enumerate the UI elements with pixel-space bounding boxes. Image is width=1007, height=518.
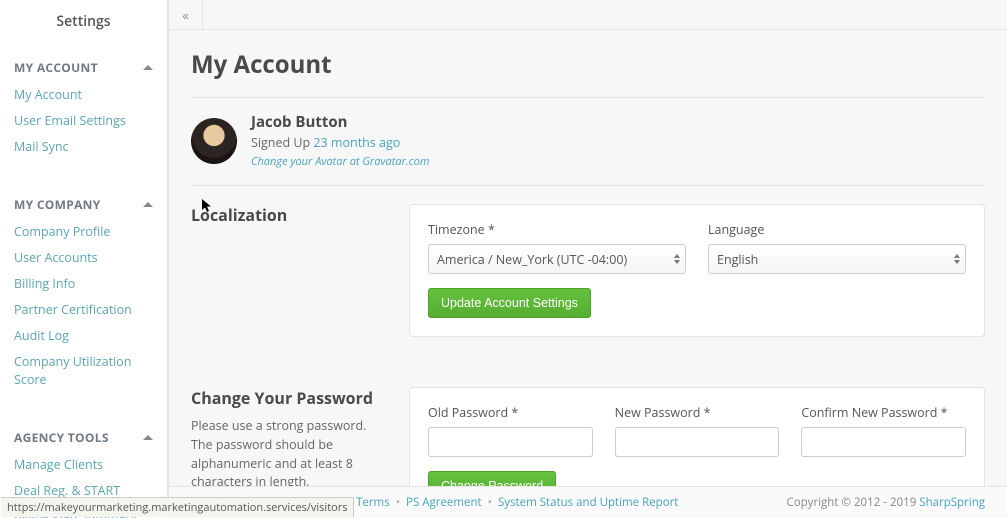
old-password-label: Old Password *	[428, 404, 593, 421]
content: My Account Jacob Button Signed Up 23 mon…	[169, 30, 1007, 486]
change-password-card: Old Password * New Password * Confirm Ne…	[409, 387, 985, 486]
change-password-button[interactable]: Change Password	[428, 471, 556, 486]
localization-heading: Localization	[191, 204, 391, 226]
settings-sidebar: Settings MY ACCOUNT My Account User Emai…	[0, 0, 168, 518]
old-password-input[interactable]	[428, 427, 593, 457]
language-label: Language	[708, 221, 966, 238]
confirm-password-input[interactable]	[801, 427, 966, 457]
sidebar-title: Settings	[0, 0, 167, 41]
collapse-sidebar-button[interactable]: «	[169, 0, 203, 29]
page-title: My Account	[191, 48, 985, 81]
footer-link-ps-agreement[interactable]: PS Agreement	[406, 495, 482, 510]
topbar: «	[169, 0, 1007, 30]
new-password-label: New Password *	[615, 404, 780, 421]
footer-brand-link[interactable]: SharpSpring	[919, 495, 985, 510]
update-account-settings-button[interactable]: Update Account Settings	[428, 288, 591, 318]
footer-copyright: Copyright © 2012 - 2019 SharpSpring	[786, 495, 985, 510]
localization-card: Timezone * America / New_York (UTC -04:0…	[409, 204, 985, 337]
change-password-section: Change Your Password Please use a strong…	[191, 387, 985, 486]
user-name: Jacob Button	[251, 112, 429, 132]
footer-link-status-uptime[interactable]: System Status and Uptime Report	[498, 495, 678, 510]
chevron-double-left-icon: «	[182, 6, 188, 24]
sidebar-item-company-profile[interactable]: Company Profile	[0, 219, 167, 245]
sidebar-item-manage-clients[interactable]: Manage Clients	[0, 452, 167, 478]
sidebar-item-user-accounts[interactable]: User Accounts	[0, 245, 167, 271]
section-header-agency-tools[interactable]: AGENCY TOOLS	[0, 421, 167, 452]
change-password-heading: Change Your Password	[191, 387, 391, 409]
dot-separator: •	[396, 495, 400, 510]
section-header-my-company[interactable]: MY COMPANY	[0, 188, 167, 219]
dot-separator: •	[488, 495, 492, 510]
profile-row: Jacob Button Signed Up 23 months ago Cha…	[191, 112, 985, 186]
section-header-label: MY COMPANY	[14, 196, 101, 213]
caret-up-icon	[143, 65, 153, 70]
avatar	[191, 118, 237, 164]
localization-section: Localization Timezone * America / New_Yo…	[191, 204, 985, 337]
timezone-value: America / New_York (UTC -04:00)	[437, 251, 627, 268]
sidebar-item-company-utilization-score[interactable]: Company Utilization Score	[0, 349, 167, 393]
signed-up-text: Signed Up 23 months ago	[251, 134, 429, 151]
timezone-label: Timezone *	[428, 221, 686, 238]
gravatar-link[interactable]: Change your Avatar at Gravatar.com	[251, 154, 429, 169]
section-header-label: MY ACCOUNT	[14, 59, 98, 76]
status-url-tooltip: https://makeyourmarketing.marketingautom…	[1, 497, 354, 517]
sidebar-item-billing-info[interactable]: Billing Info	[0, 271, 167, 297]
confirm-password-label: Confirm New Password *	[801, 404, 966, 421]
section-header-my-account[interactable]: MY ACCOUNT	[0, 51, 167, 82]
timezone-select[interactable]: America / New_York (UTC -04:00)	[428, 244, 686, 274]
signed-prefix: Signed Up	[251, 134, 313, 151]
change-password-help: Please use a strong password. The passwo…	[191, 417, 391, 486]
copyright-text: Copyright © 2012 - 2019	[786, 495, 919, 510]
sidebar-item-mail-sync[interactable]: Mail Sync	[0, 134, 167, 160]
language-value: English	[717, 251, 758, 268]
profile-info: Jacob Button Signed Up 23 months ago Cha…	[251, 112, 429, 169]
divider	[191, 97, 985, 98]
new-password-input[interactable]	[615, 427, 780, 457]
sidebar-item-user-email-settings[interactable]: User Email Settings	[0, 108, 167, 134]
signed-ago: 23 months ago	[313, 134, 400, 151]
sidebar-item-my-account[interactable]: My Account	[0, 82, 167, 108]
caret-up-icon	[143, 202, 153, 207]
language-select[interactable]: English	[708, 244, 966, 274]
caret-up-icon	[143, 435, 153, 440]
main-area: « My Account Jacob Button Signed Up 23 m…	[168, 0, 1007, 518]
sidebar-item-audit-log[interactable]: Audit Log	[0, 323, 167, 349]
sidebar-item-partner-certification[interactable]: Partner Certification	[0, 297, 167, 323]
section-header-label: AGENCY TOOLS	[14, 429, 109, 446]
